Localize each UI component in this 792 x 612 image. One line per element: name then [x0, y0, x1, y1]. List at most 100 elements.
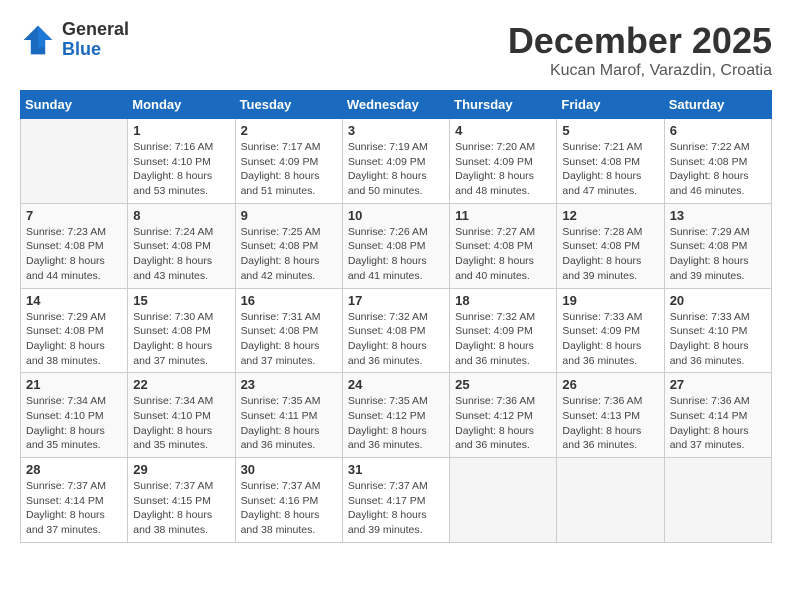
calendar-cell: 20 Sunrise: 7:33 AMSunset: 4:10 PMDayligh… — [664, 288, 771, 373]
calendar-week-row: 14 Sunrise: 7:29 AMSunset: 4:08 PMDayligh… — [21, 288, 772, 373]
calendar-cell: 8 Sunrise: 7:24 AMSunset: 4:08 PMDaylight… — [128, 203, 235, 288]
day-number: 28 — [26, 462, 122, 477]
day-info: Sunrise: 7:28 AMSunset: 4:08 PMDaylight:… — [562, 225, 658, 284]
day-info: Sunrise: 7:35 AMSunset: 4:12 PMDaylight:… — [348, 394, 444, 453]
calendar-cell: 1Sunrise: 7:16 AMSunset: 4:10 PMDaylight… — [128, 119, 235, 204]
calendar-cell: 24 Sunrise: 7:35 AMSunset: 4:12 PMDayligh… — [342, 373, 449, 458]
day-number: 29 — [133, 462, 229, 477]
day-info: Sunrise: 7:22 AMSunset: 4:08 PMDaylight:… — [670, 140, 766, 199]
logo-text: General Blue — [62, 20, 129, 60]
day-info: Sunrise: 7:26 AMSunset: 4:08 PMDaylight:… — [348, 225, 444, 284]
calendar-week-row: 1Sunrise: 7:16 AMSunset: 4:10 PMDaylight… — [21, 119, 772, 204]
day-info: Sunrise: 7:20 AMSunset: 4:09 PMDaylight:… — [455, 140, 551, 199]
calendar-cell: 19 Sunrise: 7:33 AMSunset: 4:09 PMDayligh… — [557, 288, 664, 373]
day-info: Sunrise: 7:25 AMSunset: 4:08 PMDaylight:… — [241, 225, 337, 284]
day-info: Sunrise: 7:33 AMSunset: 4:09 PMDaylight:… — [562, 310, 658, 369]
day-info: Sunrise: 7:36 AMSunset: 4:14 PMDaylight:… — [670, 394, 766, 453]
calendar-cell: 31Sunrise: 7:37 AMSunset: 4:17 PMDayligh… — [342, 458, 449, 543]
calendar-cell: 4 Sunrise: 7:20 AMSunset: 4:09 PMDaylight… — [450, 119, 557, 204]
calendar-cell: 15Sunrise: 7:30 AMSunset: 4:08 PMDayligh… — [128, 288, 235, 373]
calendar-cell — [21, 119, 128, 204]
calendar-week-row: 28 Sunrise: 7:37 AMSunset: 4:14 PMDayligh… — [21, 458, 772, 543]
calendar-day-header: Sunday — [21, 91, 128, 119]
title-area: December 2025 Kucan Marof, Varazdin, Cro… — [508, 20, 772, 80]
calendar-cell: 25Sunrise: 7:36 AMSunset: 4:12 PMDayligh… — [450, 373, 557, 458]
day-info: Sunrise: 7:37 AMSunset: 4:14 PMDaylight:… — [26, 479, 122, 538]
calendar-day-header: Friday — [557, 91, 664, 119]
calendar-week-row: 21Sunrise: 7:34 AMSunset: 4:10 PMDayligh… — [21, 373, 772, 458]
day-number: 27 — [670, 377, 766, 392]
calendar-cell: 13Sunrise: 7:29 AMSunset: 4:08 PMDayligh… — [664, 203, 771, 288]
day-number: 11 — [455, 208, 551, 223]
calendar-cell — [450, 458, 557, 543]
day-number: 26 — [562, 377, 658, 392]
day-number: 30 — [241, 462, 337, 477]
day-info: Sunrise: 7:24 AMSunset: 4:08 PMDaylight:… — [133, 225, 229, 284]
day-number: 6 — [670, 123, 766, 138]
day-info: Sunrise: 7:31 AMSunset: 4:08 PMDaylight:… — [241, 310, 337, 369]
day-number: 17 — [348, 293, 444, 308]
calendar-cell: 7 Sunrise: 7:23 AMSunset: 4:08 PMDaylight… — [21, 203, 128, 288]
day-info: Sunrise: 7:17 AMSunset: 4:09 PMDaylight:… — [241, 140, 337, 199]
day-number: 14 — [26, 293, 122, 308]
day-number: 2 — [241, 123, 337, 138]
day-info: Sunrise: 7:37 AMSunset: 4:17 PMDaylight:… — [348, 479, 444, 538]
day-number: 8 — [133, 208, 229, 223]
calendar-day-header: Saturday — [664, 91, 771, 119]
day-number: 9 — [241, 208, 337, 223]
day-info: Sunrise: 7:36 AMSunset: 4:13 PMDaylight:… — [562, 394, 658, 453]
day-info: Sunrise: 7:21 AMSunset: 4:08 PMDaylight:… — [562, 140, 658, 199]
calendar-week-row: 7 Sunrise: 7:23 AMSunset: 4:08 PMDaylight… — [21, 203, 772, 288]
day-info: Sunrise: 7:23 AMSunset: 4:08 PMDaylight:… — [26, 225, 122, 284]
calendar-cell: 6 Sunrise: 7:22 AMSunset: 4:08 PMDaylight… — [664, 119, 771, 204]
calendar-header-row: SundayMondayTuesdayWednesdayThursdayFrid… — [21, 91, 772, 119]
day-number: 20 — [670, 293, 766, 308]
day-info: Sunrise: 7:29 AMSunset: 4:08 PMDaylight:… — [26, 310, 122, 369]
calendar-cell: 26 Sunrise: 7:36 AMSunset: 4:13 PMDayligh… — [557, 373, 664, 458]
logo-general: General — [62, 20, 129, 40]
day-number: 4 — [455, 123, 551, 138]
day-number: 22 — [133, 377, 229, 392]
day-number: 3 — [348, 123, 444, 138]
calendar-cell: 14 Sunrise: 7:29 AMSunset: 4:08 PMDayligh… — [21, 288, 128, 373]
day-number: 23 — [241, 377, 337, 392]
day-number: 18 — [455, 293, 551, 308]
logo: General Blue — [20, 20, 129, 60]
calendar-cell: 27 Sunrise: 7:36 AMSunset: 4:14 PMDayligh… — [664, 373, 771, 458]
day-info: Sunrise: 7:34 AMSunset: 4:10 PMDaylight:… — [133, 394, 229, 453]
calendar-cell: 23 Sunrise: 7:35 AMSunset: 4:11 PMDayligh… — [235, 373, 342, 458]
day-info: Sunrise: 7:37 AMSunset: 4:16 PMDaylight:… — [241, 479, 337, 538]
day-info: Sunrise: 7:35 AMSunset: 4:11 PMDaylight:… — [241, 394, 337, 453]
calendar-cell: 16Sunrise: 7:31 AMSunset: 4:08 PMDayligh… — [235, 288, 342, 373]
day-info: Sunrise: 7:34 AMSunset: 4:10 PMDaylight:… — [26, 394, 122, 453]
day-number: 24 — [348, 377, 444, 392]
day-number: 12 — [562, 208, 658, 223]
calendar-cell: 22 Sunrise: 7:34 AMSunset: 4:10 PMDayligh… — [128, 373, 235, 458]
day-info: Sunrise: 7:16 AMSunset: 4:10 PMDaylight:… — [133, 140, 229, 199]
day-info: Sunrise: 7:33 AMSunset: 4:10 PMDaylight:… — [670, 310, 766, 369]
day-number: 13 — [670, 208, 766, 223]
day-info: Sunrise: 7:36 AMSunset: 4:12 PMDaylight:… — [455, 394, 551, 453]
calendar-cell: 2 Sunrise: 7:17 AMSunset: 4:09 PMDaylight… — [235, 119, 342, 204]
day-info: Sunrise: 7:32 AMSunset: 4:09 PMDaylight:… — [455, 310, 551, 369]
calendar-cell: 17Sunrise: 7:32 AMSunset: 4:08 PMDayligh… — [342, 288, 449, 373]
calendar-cell: 5 Sunrise: 7:21 AMSunset: 4:08 PMDaylight… — [557, 119, 664, 204]
calendar-table: SundayMondayTuesdayWednesdayThursdayFrid… — [20, 90, 772, 543]
calendar-cell: 28 Sunrise: 7:37 AMSunset: 4:14 PMDayligh… — [21, 458, 128, 543]
calendar-day-header: Monday — [128, 91, 235, 119]
day-number: 5 — [562, 123, 658, 138]
calendar-cell: 21Sunrise: 7:34 AMSunset: 4:10 PMDayligh… — [21, 373, 128, 458]
calendar-day-header: Tuesday — [235, 91, 342, 119]
logo-icon — [20, 22, 56, 58]
logo-blue: Blue — [62, 40, 129, 60]
calendar-cell: 29Sunrise: 7:37 AMSunset: 4:15 PMDayligh… — [128, 458, 235, 543]
location: Kucan Marof, Varazdin, Croatia — [508, 62, 772, 80]
month-title: December 2025 — [508, 20, 772, 62]
calendar-day-header: Wednesday — [342, 91, 449, 119]
calendar-cell — [557, 458, 664, 543]
day-number: 7 — [26, 208, 122, 223]
day-info: Sunrise: 7:27 AMSunset: 4:08 PMDaylight:… — [455, 225, 551, 284]
calendar-cell: 18 Sunrise: 7:32 AMSunset: 4:09 PMDayligh… — [450, 288, 557, 373]
day-info: Sunrise: 7:30 AMSunset: 4:08 PMDaylight:… — [133, 310, 229, 369]
day-number: 19 — [562, 293, 658, 308]
